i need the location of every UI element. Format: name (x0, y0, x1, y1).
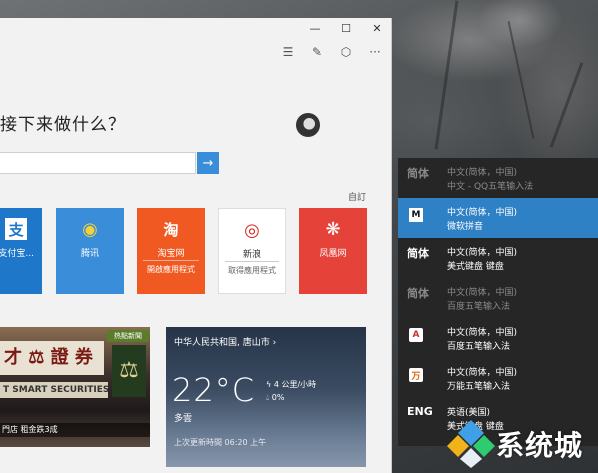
weather-location[interactable]: 中华人民共和国, 唐山市 › (174, 335, 276, 348)
alipay-icon: 支 (5, 218, 28, 240)
ime-name: 美式键盘 键盘 (447, 262, 504, 272)
search-input[interactable] (0, 152, 196, 174)
ime-badge: 简体 (407, 247, 429, 260)
ime-badge: ENG (407, 405, 433, 418)
site-watermark: 系统城 (446, 416, 598, 473)
ime-item-wanneng-wubi[interactable]: 万 中文(简体，中国) 万能五笔输入法 (398, 358, 598, 398)
web-note-icon[interactable]: ✎ (307, 42, 327, 62)
weibo-icon: ◎ (244, 219, 260, 241)
taobao-icon: 淘 (163, 220, 179, 239)
news-image-sign: 才 ⚖ 證 券 (0, 341, 104, 375)
share-icon[interactable]: ⬡ (336, 42, 356, 62)
browser-toolbar: ☰ ✎ ⬡ ··· (0, 38, 391, 66)
news-card[interactable]: 才 ⚖ 證 券 T SMART SECURITIES 热點新聞 ⚖ 門店 租金跌… (0, 327, 150, 447)
ime-badge: 简体 (407, 287, 429, 300)
ime-item-microsoft-pinyin[interactable]: M 中文(简体，中国) 微软拼音 (398, 198, 598, 238)
tile-taobao[interactable]: 淘 淘宝网 開啟應用程式 (137, 208, 205, 294)
tile-action[interactable]: 開啟應用程式 (137, 264, 205, 276)
news-image-sign-en: T SMART SECURITIES (0, 382, 108, 398)
watermark-text: 系统城 (496, 429, 584, 462)
tile-ifeng[interactable]: ❋ 凤凰网 (299, 208, 367, 294)
ime-language: 中文(简体，中国) (447, 288, 518, 298)
title-bar: — ☐ ✕ (0, 18, 391, 38)
customize-link[interactable]: 自訂 (348, 190, 366, 203)
tile-action[interactable]: 取得應用程式 (219, 265, 285, 277)
tile-divider (225, 261, 279, 262)
wanneng-ime-icon: 万 (409, 368, 423, 382)
ime-name: 万能五笔输入法 (447, 382, 511, 392)
maximize-button[interactable]: ☐ (331, 18, 361, 38)
weather-card[interactable]: 中华人民共和国, 唐山市 › 22°C 多雲 ϟ 4 公里/小時 💧︎ 0% 上… (166, 327, 366, 467)
tile-alipay[interactable]: 支 支付宝... (0, 208, 42, 294)
ime-item-baidu-wubi-disabled[interactable]: 简体 中文(简体，中国) 百度五笔输入法 (398, 278, 598, 318)
tile-tencent[interactable]: ◉ 腾讯 (56, 208, 124, 294)
ime-name: 百度五笔输入法 (447, 342, 511, 352)
rain-value: 0% (271, 393, 285, 402)
tile-label: 凤凰网 (319, 249, 347, 259)
scales-icon: ⚖ (112, 345, 146, 397)
wind-icon: ϟ (266, 380, 274, 389)
ime-item-qq-wubi[interactable]: 简体 中文(简体，中国) 中文 - QQ五笔输入法 (398, 158, 598, 198)
input-method-flyout: 简体 中文(简体，中国) 中文 - QQ五笔输入法 M 中文(简体，中国) 微软… (398, 158, 598, 446)
weather-condition: 多雲 (174, 414, 193, 424)
tile-label: 腾讯 (80, 249, 99, 259)
avatar[interactable] (296, 113, 320, 137)
weather-temperature: 22°C (172, 371, 256, 409)
tile-label: 支付宝... (0, 249, 34, 259)
news-caption: 門店 租金跌3成 (0, 423, 150, 437)
ime-language: 中文(简体，中国) (447, 368, 518, 378)
minimize-button[interactable]: — (300, 18, 330, 38)
edge-browser-window: — ☐ ✕ ☰ ✎ ⬡ ··· 接下来做什么？ → 自訂 支 支付宝... ◉ … (0, 18, 392, 473)
ifeng-icon: ❋ (325, 218, 341, 240)
hub-icon[interactable]: ☰ (278, 42, 298, 62)
microsoft-pinyin-icon: M (409, 208, 423, 222)
baidu-ime-icon: A (409, 328, 423, 342)
tile-divider (143, 260, 199, 261)
ime-language: 中文(简体，中国) (447, 328, 518, 338)
page-headline: 接下来做什么？ (0, 115, 126, 135)
ime-name: 微软拼音 (447, 222, 484, 232)
tile-sina[interactable]: ◎ 新浪 取得應用程式 (218, 208, 286, 294)
watermark-logo-icon (447, 420, 495, 468)
weather-precipitation: 💧︎ 0% (266, 393, 284, 403)
tile-label: 新浪 (242, 250, 261, 260)
ime-item-baidu-wubi[interactable]: A 中文(简体，中国) 百度五笔输入法 (398, 318, 598, 358)
close-button[interactable]: ✕ (362, 18, 391, 38)
ime-name: 百度五笔输入法 (447, 302, 511, 312)
tencent-icon: ◉ (82, 218, 98, 240)
hot-news-badge: 热點新聞 (107, 330, 149, 342)
wind-value: 4 公里/小時 (273, 380, 317, 389)
search-go-button[interactable]: → (197, 152, 219, 174)
weather-updated: 上次更新時間 06:20 上午 (174, 438, 267, 447)
ime-language: 中文(简体，中国) (447, 248, 518, 258)
more-icon[interactable]: ··· (365, 42, 385, 62)
ime-badge: 简体 (407, 167, 429, 180)
ime-language: 中文(简体，中国) (447, 168, 518, 178)
ime-name: 中文 - QQ五笔输入法 (447, 182, 534, 192)
tile-label: 淘宝网 (157, 249, 185, 259)
ime-item-us-keyboard[interactable]: 简体 中文(简体，中国) 美式键盘 键盘 (398, 238, 598, 278)
ime-language: 中文(简体，中国) (447, 208, 518, 218)
weather-wind: ϟ 4 公里/小時 (266, 379, 316, 390)
